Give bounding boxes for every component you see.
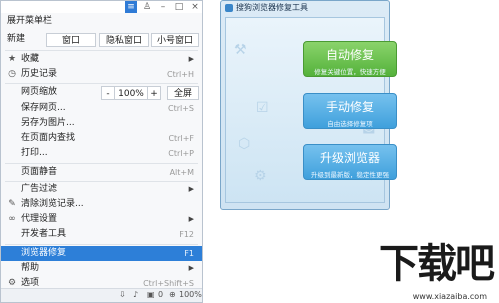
print-shortcut: Ctrl+P bbox=[168, 149, 194, 158]
star-icon: ★ bbox=[7, 54, 17, 64]
upgrade-browser-button[interactable]: 升级浏览器 升级到最新版，稳定性更强 bbox=[303, 144, 397, 180]
find-label: 在页面内查找 bbox=[21, 133, 76, 143]
history-shortcut: Ctrl+H bbox=[167, 70, 194, 79]
new-private-window-button[interactable]: 隐私窗口 bbox=[99, 33, 149, 47]
new-alt-window-button[interactable]: 小号窗口 bbox=[151, 33, 199, 47]
menu-item-clear-history[interactable]: ✎ 清除浏览记录... bbox=[1, 197, 202, 212]
hexagon-icon: ⬡ bbox=[238, 136, 251, 152]
upgrade-browser-title: 升级浏览器 bbox=[319, 151, 380, 165]
zoom-icon[interactable]: ⊕ bbox=[169, 290, 176, 299]
chevron-right-icon: ▶ bbox=[188, 264, 194, 272]
menu-item-mute[interactable]: 页面静音 Alt+M bbox=[1, 165, 202, 180]
block-count: 0 bbox=[158, 290, 164, 299]
manual-repair-title: 手动修复 bbox=[325, 100, 374, 114]
clock-icon: ◷ bbox=[8, 69, 16, 79]
menu-item-save-page[interactable]: 保存网页... Ctrl+S bbox=[1, 101, 202, 116]
zoom-in-button[interactable]: + bbox=[147, 86, 161, 100]
manual-repair-button[interactable]: 手动修复 自由选择修复项 bbox=[303, 93, 397, 129]
chevron-right-icon: ▶ bbox=[188, 55, 194, 63]
eraser-icon: ✎ bbox=[8, 199, 16, 209]
chevron-right-icon: ▶ bbox=[188, 215, 194, 223]
status-bar: ⇩ ♪ ▣ 0 ⊕ 100% bbox=[1, 288, 202, 302]
devtools-label: 开发者工具 bbox=[21, 229, 67, 239]
divider bbox=[5, 163, 198, 164]
new-label: 新建 bbox=[7, 34, 26, 44]
wrench-icon: ⚒ bbox=[234, 42, 247, 58]
divider bbox=[5, 50, 198, 51]
browser-repair-label: 浏览器修复 bbox=[21, 248, 67, 258]
repair-tool-window: 搜狗浏览器修复工具 ⚒ ☑ ⬡ ⚙ ◙ ⛨ 自动修复 修复关键位置，快速方便 手… bbox=[220, 0, 397, 210]
auto-repair-subtitle: 修复关键位置，快速方便 bbox=[314, 68, 386, 76]
new-window-button[interactable]: 窗口 bbox=[46, 33, 96, 47]
menu-item-find[interactable]: 在页面内查找 Ctrl+F bbox=[1, 131, 202, 146]
save-image-label: 另存为图片... bbox=[21, 118, 75, 128]
divider bbox=[5, 244, 198, 245]
status-zoom-value: 100% bbox=[179, 290, 202, 299]
find-shortcut: Ctrl+F bbox=[168, 134, 194, 143]
download-icon[interactable]: ⇩ bbox=[119, 290, 126, 299]
app-icon bbox=[225, 4, 233, 12]
divider bbox=[5, 83, 198, 84]
zoom-level-value: 100% bbox=[114, 86, 148, 100]
tool-title-bar: 搜狗浏览器修复工具 bbox=[221, 1, 389, 15]
help-label: 帮助 bbox=[21, 263, 40, 273]
watermark-logo: 下载吧 bbox=[379, 240, 495, 287]
menu-item-print[interactable]: 打印... Ctrl+P bbox=[1, 146, 202, 161]
checkbox-icon: ☑ bbox=[256, 100, 269, 116]
gear-icon: ⚙ bbox=[254, 168, 267, 184]
menu-top-toolbar: ≡ ♙ – □ × bbox=[1, 1, 202, 13]
menu-item-show-menubar[interactable]: 展开菜单栏 bbox=[1, 14, 202, 29]
proxy-label: 代理设置 bbox=[21, 214, 58, 224]
link-icon: ∞ bbox=[8, 214, 16, 224]
mute-label: 页面静音 bbox=[21, 167, 58, 177]
speaker-icon[interactable]: ♪ bbox=[133, 290, 138, 299]
favorites-label: 收藏 bbox=[21, 54, 40, 64]
manual-repair-subtitle: 自由选择修复项 bbox=[327, 120, 373, 128]
save-page-shortcut: Ctrl+S bbox=[167, 104, 194, 113]
clear-history-label: 清除浏览记录... bbox=[21, 199, 84, 209]
chevron-right-icon: ▶ bbox=[188, 185, 194, 193]
block-icon: ▣ bbox=[147, 290, 155, 299]
tool-title: 搜狗浏览器修复工具 bbox=[236, 3, 308, 12]
auto-repair-button[interactable]: 自动修复 修复关键位置，快速方便 bbox=[303, 41, 397, 77]
fullscreen-button[interactable]: 全屏 bbox=[167, 86, 199, 100]
upgrade-browser-subtitle: 升级到最新版，稳定性更强 bbox=[311, 171, 389, 179]
auto-repair-title: 自动修复 bbox=[325, 48, 374, 62]
menu-item-browser-repair[interactable]: 浏览器修复 F1 bbox=[1, 246, 202, 261]
menu-icon[interactable]: ≡ bbox=[125, 1, 137, 13]
show-menubar-label: 展开菜单栏 bbox=[7, 16, 53, 26]
watermark-url: www.xiazaiba.com bbox=[412, 292, 487, 301]
menu-item-history[interactable]: ◷ 历史记录 Ctrl+H bbox=[1, 67, 202, 82]
shirt-icon[interactable]: ♙ bbox=[141, 1, 153, 13]
menu-item-proxy[interactable]: ∞ 代理设置 ▶ bbox=[1, 212, 202, 227]
ad-filter-label: 广告过滤 bbox=[21, 184, 58, 194]
menu-item-help[interactable]: 帮助 ▶ bbox=[1, 261, 202, 276]
menu-item-ad-filter[interactable]: 广告过滤 ▶ bbox=[1, 182, 202, 197]
mute-shortcut: Alt+M bbox=[169, 168, 194, 177]
close-icon[interactable]: × bbox=[189, 1, 201, 13]
print-label: 打印... bbox=[21, 148, 48, 158]
menu-item-devtools[interactable]: 开发者工具 F12 bbox=[1, 227, 202, 242]
devtools-shortcut: F12 bbox=[179, 230, 194, 239]
maximize-icon[interactable]: □ bbox=[173, 1, 185, 13]
zoom-label: 网页缩放 bbox=[21, 87, 58, 97]
zoom-out-button[interactable]: - bbox=[101, 86, 115, 100]
menu-item-favorites[interactable]: ★ 收藏 ▶ bbox=[1, 52, 202, 67]
menu-item-save-image[interactable]: 另存为图片... bbox=[1, 116, 202, 131]
minimize-icon[interactable]: – bbox=[157, 1, 169, 13]
browser-repair-shortcut: F1 bbox=[184, 249, 194, 258]
save-page-label: 保存网页... bbox=[21, 103, 66, 113]
history-label: 历史记录 bbox=[21, 69, 58, 79]
browser-main-menu: ≡ ♙ – □ × 展开菜单栏 新建 窗口 隐私窗口 小号窗口 ★ 收藏 ▶ ◷… bbox=[0, 0, 203, 303]
